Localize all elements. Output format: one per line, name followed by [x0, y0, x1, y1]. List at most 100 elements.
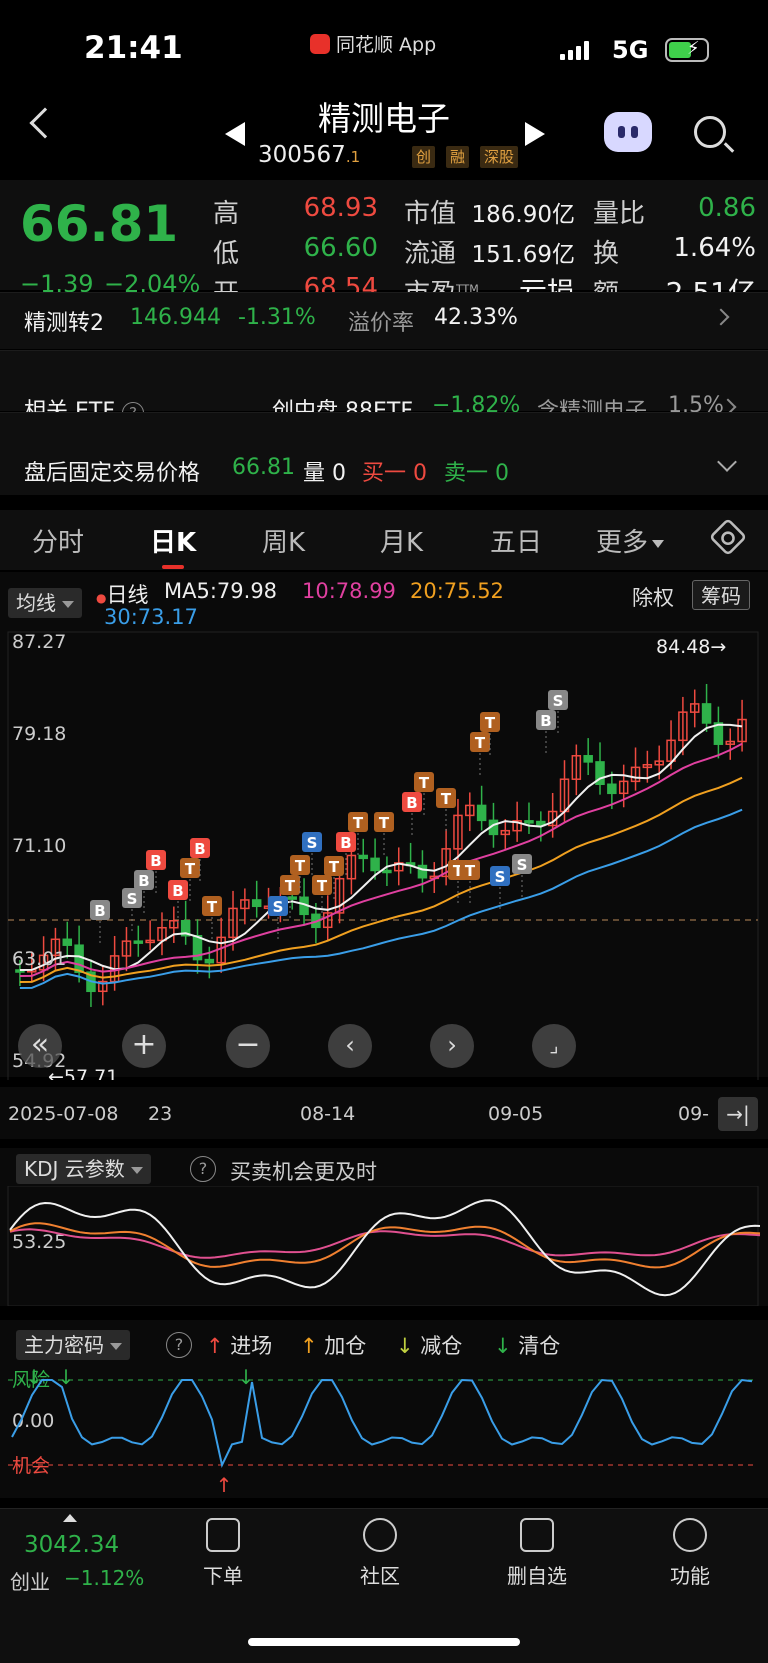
mktcap-label: 市值 — [404, 199, 457, 229]
svg-text:B: B — [172, 882, 183, 900]
svg-text:T: T — [295, 857, 306, 875]
candle-body — [74, 944, 84, 973]
nav-functions[interactable]: 功能 — [655, 1518, 725, 1589]
y-label-top: 87.27 — [12, 631, 66, 653]
x-label-0: 2025-07-08 — [8, 1103, 119, 1125]
x-label-4: 09- — [678, 1103, 710, 1125]
stock-name: 精测电子 — [318, 99, 450, 138]
tab-intraday[interactable]: 分时 — [32, 522, 84, 559]
candle-body — [524, 820, 534, 824]
scroll-right-icon[interactable]: › — [430, 1024, 474, 1068]
indicator-selector[interactable]: 均线 — [8, 588, 82, 618]
active-tab-indicator — [162, 565, 184, 569]
svg-text:S: S — [495, 868, 506, 886]
float-label: 流通 — [404, 239, 457, 269]
max-marker: 84.48→ — [656, 636, 726, 658]
clear-signal-icon: ↓ — [238, 1365, 255, 1389]
svg-text:T: T — [475, 734, 486, 752]
candle-body — [370, 857, 380, 872]
candle-body — [251, 899, 262, 908]
zoom-out-icon[interactable]: − — [226, 1024, 270, 1068]
ma30-legend: 30:73.17 — [104, 605, 198, 629]
ma5-legend: MA5:79.98 — [164, 579, 278, 603]
tag-margin: 融 — [446, 146, 470, 168]
mktcap-value: 186.90亿 — [471, 202, 575, 228]
ma-line — [19, 776, 743, 983]
tag-gem: 创 — [412, 146, 436, 168]
jump-latest-icon[interactable]: →| — [718, 1097, 758, 1131]
clear-signal-icon: ↓ — [26, 1365, 43, 1389]
volratio-value: 0.86 — [698, 193, 756, 223]
tab-monthly-k[interactable]: 月K — [380, 522, 423, 559]
kdj-line — [9, 1199, 761, 1297]
svg-text:T: T — [419, 774, 430, 792]
zoom-in-icon[interactable]: + — [122, 1024, 166, 1068]
network-type: 5G — [612, 36, 649, 64]
scroll-left-fast-icon[interactable]: « — [18, 1024, 62, 1068]
high-value: 68.93 — [303, 193, 378, 223]
candle-body — [476, 804, 487, 822]
kdj-line — [9, 1228, 761, 1259]
ma20-legend: 20:75.52 — [410, 579, 504, 603]
candle-body — [583, 755, 593, 763]
y-label-2: 79.18 — [12, 723, 66, 745]
index-name: 创业 — [10, 1570, 50, 1594]
cb-price: 146.944 — [130, 305, 221, 330]
nav-remove-favorite[interactable]: 删自选 — [497, 1518, 577, 1589]
fq-toggle[interactable]: 除权 — [632, 582, 674, 612]
after-hours-label: 盘后固定交易价格 — [24, 461, 201, 486]
tab-more[interactable]: 更多 — [596, 522, 665, 559]
app-name-text: 同花顺 App — [336, 34, 437, 56]
help-icon[interactable]: ? — [190, 1156, 216, 1182]
index-value: 3042.34 — [24, 1532, 120, 1558]
svg-text:B: B — [340, 834, 351, 852]
last-price: 66.81 — [20, 195, 179, 253]
legend-enter: ↑ 进场 — [206, 1334, 273, 1358]
kdj-hint: 买卖机会更及时 — [230, 1160, 377, 1184]
cb-change: -1.31% — [238, 305, 316, 330]
nav-order[interactable]: 下单 — [188, 1518, 258, 1589]
kline-chart[interactable]: BSBBBTBT STTSTTBT TBTTT TTTSSBS 87.27 79.18… — [0, 630, 768, 1080]
prev-stock-icon[interactable] — [225, 122, 245, 146]
zhuli-selector[interactable]: 主力密码 — [16, 1330, 130, 1360]
scroll-left-icon[interactable]: ‹ — [328, 1024, 372, 1068]
tab-weekly-k[interactable]: 周K — [262, 522, 305, 559]
expand-up-icon[interactable] — [63, 1514, 77, 1522]
community-star-icon — [363, 1518, 397, 1552]
svg-text:T: T — [441, 790, 452, 808]
home-indicator — [248, 1638, 520, 1646]
svg-text:S: S — [553, 692, 564, 710]
svg-text:T: T — [185, 860, 196, 878]
low-value: 66.60 — [303, 233, 378, 263]
index-change: −1.12% — [64, 1566, 145, 1590]
svg-text:S: S — [127, 890, 138, 908]
x-label-2: 08-14 — [300, 1103, 356, 1125]
fullscreen-icon[interactable]: ⌟ — [532, 1024, 576, 1068]
help-icon[interactable]: ? — [166, 1332, 192, 1358]
assistant-robot-icon[interactable] — [604, 112, 652, 152]
legend-reduce: ↓ 减仓 — [396, 1334, 463, 1358]
menu-icon — [673, 1518, 707, 1552]
candle-body — [358, 854, 368, 860]
svg-text:T: T — [465, 862, 476, 880]
ma10-legend: 10:78.99 — [302, 579, 396, 603]
candle-body — [287, 896, 297, 900]
chip-button[interactable]: 筹码 — [692, 580, 750, 610]
tab-daily-k[interactable]: 日K — [150, 522, 196, 559]
svg-text:S: S — [517, 856, 528, 874]
low-label: 低 — [213, 239, 240, 269]
search-icon[interactable] — [694, 116, 726, 148]
kdj-selector[interactable]: KDJ 云参数 — [16, 1154, 151, 1184]
svg-text:T: T — [285, 877, 296, 895]
remove-favorite-icon — [520, 1518, 554, 1552]
nav-community[interactable]: 社区 — [345, 1518, 415, 1589]
tab-five-day[interactable]: 五日 — [490, 522, 542, 559]
status-app-name: 同花顺 App — [310, 30, 436, 57]
order-form-icon — [206, 1518, 240, 1552]
zero-label: 0.00 — [12, 1410, 54, 1432]
svg-text:B: B — [194, 840, 205, 858]
next-stock-icon[interactable] — [525, 122, 545, 146]
svg-text:T: T — [329, 858, 340, 876]
enter-signal-icon: ↑ — [216, 1473, 233, 1497]
legend-clear: ↓ 清仓 — [494, 1334, 561, 1358]
